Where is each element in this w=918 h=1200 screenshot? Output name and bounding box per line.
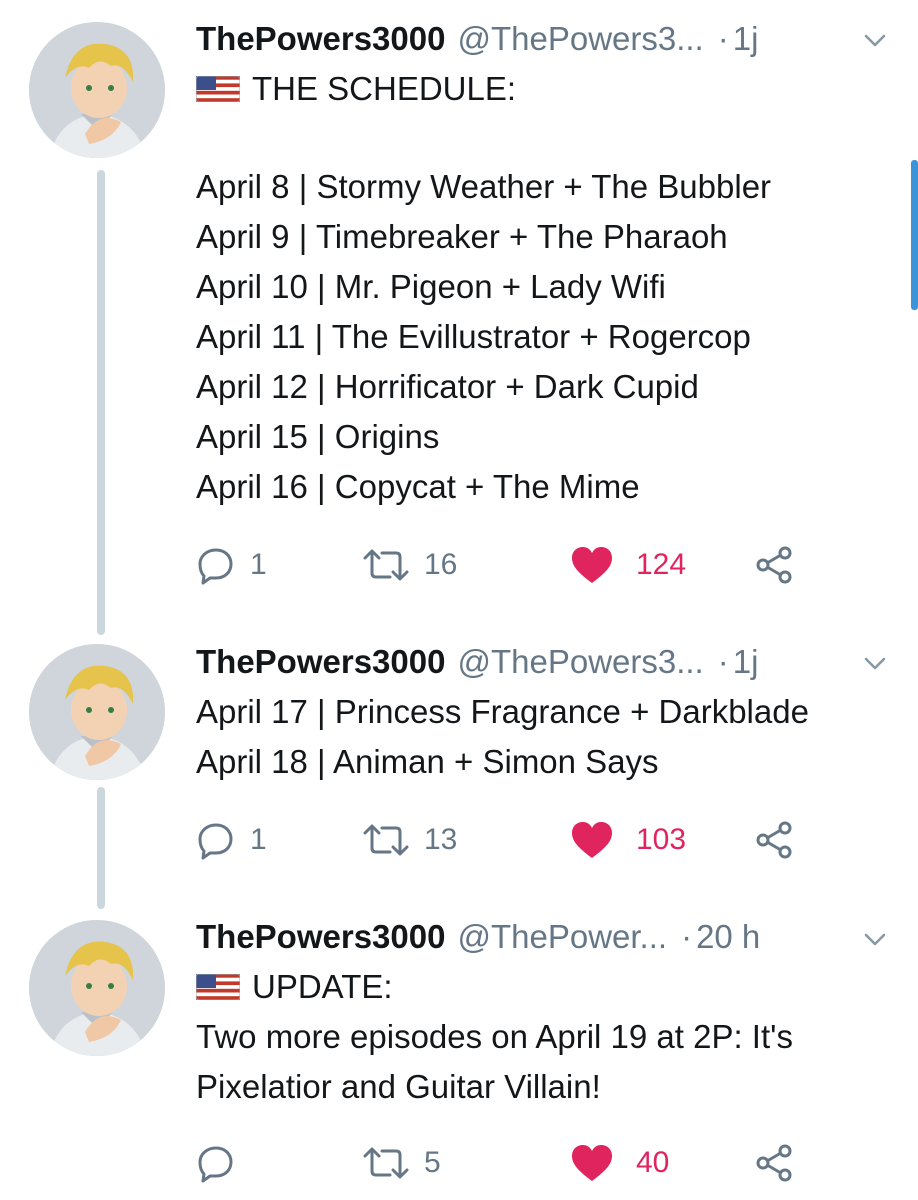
chevron-down-icon[interactable] [862, 650, 888, 676]
tweet-text-line: April 12 | Horrificator + Dark Cupid [196, 368, 699, 405]
heart-icon [572, 547, 612, 583]
thread-line [97, 787, 105, 909]
tweet-header: ThePowers3000 @ThePowers3... · 1j [196, 14, 758, 64]
tweet-text-line: THE SCHEDULE: [196, 66, 516, 112]
tweet-actions: 5 40 [196, 1138, 816, 1188]
timestamp[interactable]: 1j [733, 643, 759, 681]
reply-icon [198, 823, 233, 860]
display-name[interactable]: ThePowers3000 [196, 918, 445, 956]
tweet-text-line: April 10 | Mr. Pigeon + Lady Wifi [196, 268, 666, 305]
tweet-text-line: April 16 | Copycat + The Mime [196, 468, 640, 505]
reply-count: 1 [250, 548, 267, 581]
retweet-button[interactable]: 13 [362, 815, 457, 865]
separator-dot: · [681, 918, 693, 955]
like-button[interactable]: 103 [570, 815, 686, 865]
share-icon [756, 821, 792, 859]
share-button[interactable] [754, 1138, 796, 1188]
share-button[interactable] [754, 540, 796, 590]
display-name[interactable]: ThePowers3000 [196, 20, 445, 58]
retweet-icon [363, 1147, 409, 1179]
tweet-actions: 1 16 124 [196, 540, 816, 590]
retweet-icon [363, 549, 409, 581]
chevron-down-icon[interactable] [862, 926, 888, 952]
reply-button[interactable]: 1 [196, 815, 267, 865]
chevron-down-icon[interactable] [862, 27, 888, 53]
tweet-header: ThePowers3000 @ThePower... · 20 h [196, 912, 760, 962]
tweet-text-line: April 15 | Origins [196, 418, 440, 455]
retweet-count: 5 [424, 1146, 441, 1179]
display-name[interactable]: ThePowers3000 [196, 643, 445, 681]
retweet-button[interactable]: 16 [362, 540, 457, 590]
like-count: 103 [636, 823, 687, 856]
tweet-text-line: April 9 | Timebreaker + The Pharaoh [196, 218, 728, 255]
thread-line [97, 170, 105, 635]
share-icon [756, 1144, 792, 1182]
separator-dot: · [717, 20, 729, 57]
us-flag-icon [196, 974, 240, 1000]
like-count: 40 [636, 1146, 670, 1179]
like-button[interactable]: 124 [570, 540, 686, 590]
like-button[interactable]: 40 [570, 1138, 669, 1188]
retweet-count: 13 [424, 823, 458, 856]
tweet-text-line: UPDATE: [196, 964, 393, 1010]
reply-button[interactable]: 1 [196, 540, 267, 590]
tweet-text-line: April 17 | Princess Fragrance + Darkblad… [196, 693, 809, 730]
avatar[interactable] [29, 22, 165, 158]
tweet-text: UPDATE: [252, 968, 393, 1005]
avatar[interactable] [29, 920, 165, 1056]
tweet-text-line: Pixelatior and Guitar Villain! [196, 1068, 601, 1105]
scrollbar[interactable] [911, 160, 918, 310]
tweet-text: THE SCHEDULE: [252, 70, 517, 107]
tweet-actions: 1 13 103 [196, 815, 816, 865]
user-handle[interactable]: @ThePower... [457, 918, 667, 956]
tweet-header: ThePowers3000 @ThePowers3... · 1j [196, 637, 758, 687]
retweet-button[interactable]: 5 [362, 1138, 441, 1188]
tweet-text-line: Two more episodes on April 19 at 2P: It'… [196, 1018, 793, 1055]
user-handle[interactable]: @ThePowers3... [457, 20, 703, 58]
avatar[interactable] [29, 644, 165, 780]
share-icon [756, 546, 792, 584]
tweet-text-line: April 8 | Stormy Weather + The Bubbler [196, 168, 772, 205]
tweet-text-line: April 11 | The Evillustrator + Rogercop [196, 318, 751, 355]
share-button[interactable] [754, 815, 796, 865]
reply-button[interactable] [196, 1138, 250, 1188]
reply-icon [198, 1146, 233, 1183]
heart-icon [572, 822, 612, 858]
reply-icon [198, 548, 233, 585]
us-flag-icon [196, 76, 240, 102]
retweet-icon [363, 824, 409, 856]
timestamp[interactable]: 1j [733, 20, 759, 58]
separator-dot: · [717, 643, 729, 680]
timestamp[interactable]: 20 h [696, 918, 760, 956]
user-handle[interactable]: @ThePowers3... [457, 643, 703, 681]
like-count: 124 [636, 548, 687, 581]
heart-icon [572, 1145, 612, 1181]
reply-count: 1 [250, 823, 267, 856]
retweet-count: 16 [424, 548, 458, 581]
tweet-text-line: April 18 | Animan + Simon Says [196, 743, 659, 780]
